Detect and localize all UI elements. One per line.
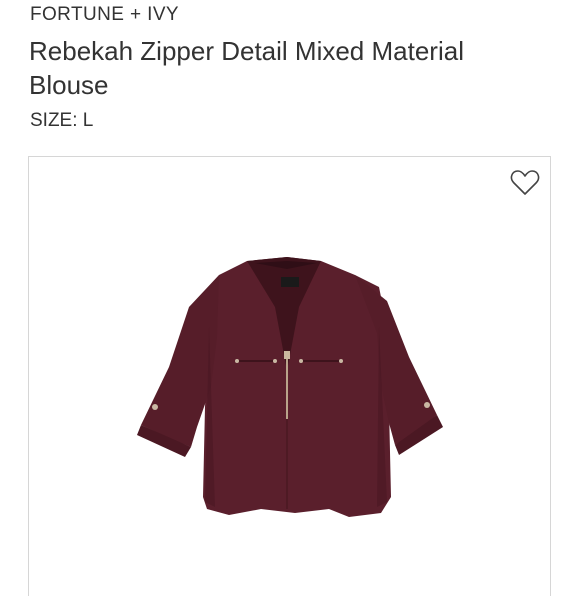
product-title: Rebekah Zipper Detail Mixed Material Blo… [29,36,464,100]
heart-icon[interactable] [510,169,540,197]
brand-name: FORTUNE + IVY [30,4,179,25]
product-image-card[interactable] [28,156,551,596]
product-image[interactable] [29,157,552,597]
size-label: SIZE: L [30,110,94,131]
